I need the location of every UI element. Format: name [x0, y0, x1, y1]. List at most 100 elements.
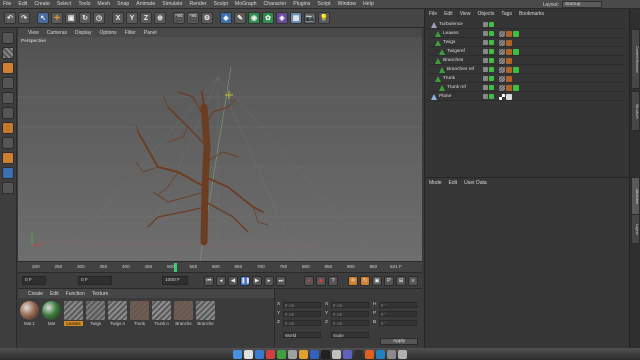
- visibility-flag[interactable]: [483, 58, 488, 63]
- move-key-icon[interactable]: ✛: [348, 276, 358, 286]
- axis-mode-icon[interactable]: [2, 137, 14, 149]
- object-menu-tags[interactable]: Tags: [501, 11, 512, 19]
- rotate-key-icon[interactable]: ↻: [360, 276, 370, 286]
- model-mode-icon[interactable]: [2, 62, 14, 74]
- material-swatch[interactable]: Mat.1: [20, 301, 39, 326]
- keyframe-icon[interactable]: ?: [328, 276, 338, 286]
- viewport-menu-cameras[interactable]: Cameras: [47, 30, 67, 36]
- app-icon[interactable]: [266, 349, 275, 359]
- material-swatch[interactable]: Branche: [174, 301, 193, 326]
- extra-tag[interactable]: [513, 85, 519, 91]
- visibility-flag[interactable]: [483, 85, 488, 90]
- autokey-icon[interactable]: ◉: [316, 276, 326, 286]
- object-row[interactable]: Plane: [429, 93, 625, 101]
- app-icon[interactable]: [310, 349, 319, 359]
- material-menu-edit[interactable]: Edit: [50, 291, 59, 297]
- timeline-ruler[interactable]: 521 F 200 250 300 350 400 450 500 550 600 650 700 7…: [18, 261, 422, 272]
- material-tag[interactable]: [499, 49, 505, 55]
- material-tag[interactable]: [499, 31, 505, 37]
- attribute-menu-mode[interactable]: Mode: [429, 180, 442, 186]
- object-row[interactable]: Twigs: [429, 39, 625, 47]
- redo-icon[interactable]: ↷: [18, 12, 30, 24]
- grid-icon[interactable]: [2, 182, 14, 194]
- material-tag[interactable]: [499, 40, 505, 46]
- points-mode-icon[interactable]: [2, 92, 14, 104]
- texture-tag[interactable]: [506, 76, 512, 82]
- menu-item-plugins[interactable]: Plugins: [293, 1, 310, 7]
- texture-tag[interactable]: [506, 94, 512, 100]
- trash-icon[interactable]: [398, 349, 407, 359]
- texture-tag[interactable]: [506, 40, 512, 46]
- prev-frame-icon[interactable]: ◀: [228, 276, 238, 286]
- snap-icon[interactable]: [2, 152, 14, 164]
- app-icon[interactable]: [244, 349, 253, 359]
- menu-item-snap[interactable]: Snap: [117, 1, 129, 7]
- next-frame-icon[interactable]: ▶: [252, 276, 262, 286]
- menu-item-help[interactable]: Help: [363, 1, 374, 7]
- visibility-flag[interactable]: [489, 58, 494, 63]
- coord-field[interactable]: 0 °: [379, 320, 417, 326]
- array-icon[interactable]: ✿: [262, 12, 274, 24]
- object-row[interactable]: Trunk ref: [429, 84, 625, 92]
- coord-field[interactable]: 0 °: [379, 311, 417, 317]
- coord-field[interactable]: 0 °: [379, 302, 417, 308]
- record-icon[interactable]: ●: [304, 276, 314, 286]
- end-frame-field[interactable]: 1000 F: [162, 276, 188, 285]
- object-row[interactable]: Trunk: [429, 75, 625, 83]
- timeline-options-icon[interactable]: ≡: [408, 276, 418, 286]
- texture-tag[interactable]: [506, 58, 512, 64]
- texture-tag[interactable]: [506, 49, 512, 55]
- material-tag[interactable]: [499, 67, 505, 73]
- app-icon[interactable]: [376, 349, 385, 359]
- object-menu-view[interactable]: View: [460, 11, 471, 19]
- layout-dropdown[interactable]: Startup: [562, 1, 602, 8]
- app-icon[interactable]: [343, 349, 352, 359]
- material-swatch[interactable]: Branche: [196, 301, 215, 326]
- visibility-flag[interactable]: [489, 49, 494, 54]
- side-tab-content-browser[interactable]: Content Browser: [631, 29, 640, 89]
- x-axis-icon[interactable]: X: [112, 12, 124, 24]
- menu-item-create[interactable]: Create: [34, 1, 50, 7]
- attribute-menu-edit[interactable]: Edit: [449, 180, 458, 186]
- visibility-flag[interactable]: [489, 22, 494, 27]
- deformer-icon[interactable]: ◈: [276, 12, 288, 24]
- go-to-start-icon[interactable]: ⏮: [204, 276, 214, 286]
- extra-tag[interactable]: [513, 49, 519, 55]
- live-select-icon[interactable]: ↖: [37, 12, 49, 24]
- start-frame-field[interactable]: 0 F: [22, 276, 46, 285]
- scale-icon[interactable]: ▣: [65, 12, 77, 24]
- visibility-flag[interactable]: [483, 49, 488, 54]
- app-icon[interactable]: [332, 349, 341, 359]
- play-pause-icon[interactable]: ❚❚: [240, 276, 250, 286]
- menu-item-edit[interactable]: Edit: [18, 1, 27, 7]
- visibility-flag[interactable]: [489, 85, 494, 90]
- material-tag[interactable]: [499, 85, 505, 91]
- visibility-flag[interactable]: [483, 22, 488, 27]
- polygons-mode-icon[interactable]: [2, 122, 14, 134]
- menu-item-animate[interactable]: Animate: [136, 1, 155, 7]
- material-swatch[interactable]: Trunk n: [152, 301, 171, 326]
- cube-icon[interactable]: ◆: [220, 12, 232, 24]
- coord-field[interactable]: 0 cm: [331, 320, 369, 326]
- finder-icon[interactable]: [233, 349, 242, 359]
- menu-item-render[interactable]: Render: [189, 1, 206, 7]
- visibility-flag[interactable]: [483, 40, 488, 45]
- move-icon[interactable]: ✛: [51, 12, 63, 24]
- menu-item-simulate[interactable]: Simulate: [162, 1, 182, 7]
- visibility-flag[interactable]: [489, 76, 494, 81]
- material-menu-function[interactable]: Function: [66, 291, 85, 297]
- viewport-menu-options[interactable]: Options: [99, 30, 116, 36]
- menu-item-window[interactable]: Window: [338, 1, 356, 7]
- menu-item-sculpt[interactable]: Sculpt: [213, 1, 227, 7]
- y-axis-icon[interactable]: Y: [126, 12, 138, 24]
- side-tab-attributes[interactable]: Attributes: [631, 177, 640, 217]
- material-swatch[interactable]: Leaves: [64, 301, 83, 326]
- subdivision-icon[interactable]: ◉: [248, 12, 260, 24]
- material-tag[interactable]: [499, 94, 505, 100]
- visibility-flag[interactable]: [483, 94, 488, 99]
- rotate-icon[interactable]: ↻: [79, 12, 91, 24]
- menu-item-script[interactable]: Script: [317, 1, 330, 7]
- app-icon[interactable]: [277, 349, 286, 359]
- menu-item-mesh[interactable]: Mesh: [97, 1, 110, 7]
- menu-item-file[interactable]: File: [3, 1, 11, 7]
